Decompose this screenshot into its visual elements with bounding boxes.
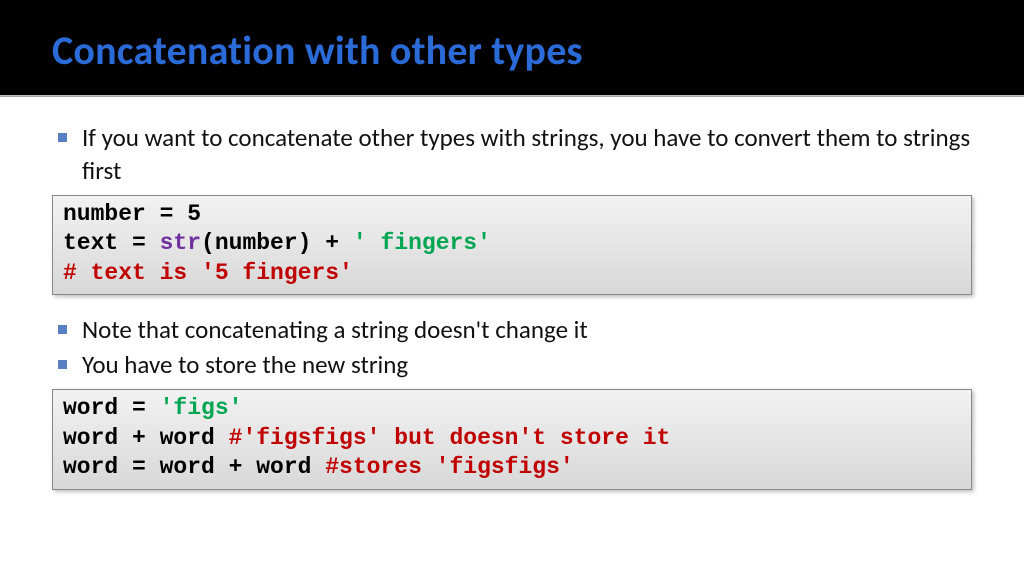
code-token: text = [63,230,160,256]
code-block-2: word = 'figs' word + word #'figsfigs' bu… [52,389,972,489]
code-token: word = word + word [63,454,325,480]
code-token-comment: #'figsfigs' but doesn't store it [229,425,671,451]
code-token: word = [63,395,160,421]
slide: Concatenation with other types If you wa… [0,0,1024,576]
bullet-item: You have to store the new string [52,348,972,381]
slide-body: If you want to concatenate other types w… [0,97,1024,576]
title-bar: Concatenation with other types [0,0,1024,95]
bullet-list-1: If you want to concatenate other types w… [52,121,972,187]
bullet-item: If you want to concatenate other types w… [52,121,972,187]
code-line: number = 5 [63,200,961,229]
code-token: word + word [63,425,229,451]
code-token-keyword: str [160,230,201,256]
code-line: word = 'figs' [63,394,961,423]
code-token-string: 'figs' [160,395,243,421]
code-line: word + word #'figsfigs' but doesn't stor… [63,424,961,453]
code-block-1: number = 5 text = str(number) + ' finger… [52,195,972,295]
code-token-comment: # text is '5 fingers' [63,260,353,286]
code-token: number = 5 [63,201,201,227]
bullet-item: Note that concatenating a string doesn't… [52,313,972,346]
slide-title: Concatenation with other types [52,26,972,75]
code-token: (number) + [201,230,353,256]
code-line: text = str(number) + ' fingers' [63,229,961,258]
code-line: word = word + word #stores 'figsfigs' [63,453,961,482]
bullet-list-2: Note that concatenating a string doesn't… [52,313,972,381]
code-line: # text is '5 fingers' [63,259,961,288]
code-token-comment: #stores 'figsfigs' [325,454,573,480]
code-token-string: ' fingers' [353,230,491,256]
